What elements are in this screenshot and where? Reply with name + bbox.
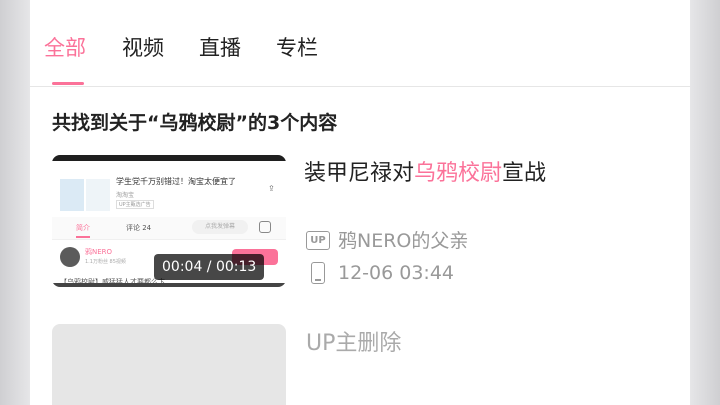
thumbnail-tab-comments: 评论 24: [126, 224, 152, 232]
search-results-panel: 全部 视频 直播 专栏 共找到关于“乌鸦校尉”的3个内容 学生党千万别错过！淘宝…: [30, 0, 690, 405]
deleted-video-title[interactable]: UP主删除: [306, 329, 401, 359]
thumbnail-up-name: 鸦NERO: [85, 248, 113, 256]
video-title-highlight: 乌鸦校尉: [414, 161, 503, 186]
video-title-suffix: 宣战: [502, 161, 547, 186]
thumbnail-ad-tag: UP主甄选广告: [116, 200, 154, 209]
thumbnail-danmu-icon: [259, 221, 271, 233]
thumbnail-ad-title: 学生党千万别错过！淘宝太便宜了: [116, 177, 236, 186]
thumbnail-avatar: [60, 247, 80, 267]
thumbnail-tab-bar: 简介 评论 24 点我发弹幕: [52, 217, 286, 240]
video-duration: 00:04 / 00:13: [154, 254, 265, 280]
thumbnail-tab-intro: 简介: [76, 224, 90, 232]
tab-live[interactable]: 直播: [199, 32, 241, 64]
thumbnail-tab-underline: [76, 236, 90, 238]
phone-icon: [311, 262, 325, 284]
video-title-prefix: 装甲尼禄对: [304, 161, 415, 186]
thumbnail-progress-bar: [52, 283, 286, 287]
thumbnail-shop-name: 淘淘宝: [116, 192, 135, 199]
tab-all[interactable]: 全部: [44, 32, 86, 64]
thumbnail-share-icon: ⇪: [268, 184, 275, 193]
tab-bar: 全部 视频 直播 专栏: [30, 0, 690, 87]
upload-date: 12-06 03:44: [338, 262, 455, 284]
thumbnail-up-stats: 1.1万粉丝 85视频: [85, 259, 126, 265]
thumbnail-product-image-2: [86, 179, 110, 211]
result-count-heading: 共找到关于“乌鸦校尉”的3个内容: [52, 112, 338, 134]
video-title[interactable]: 装甲尼禄对乌鸦校尉宣战: [304, 157, 546, 191]
tab-column[interactable]: 专栏: [276, 32, 318, 64]
tab-video[interactable]: 视频: [122, 32, 164, 64]
uploader-name: 鸦NERO的父亲: [338, 230, 469, 252]
thumbnail-danmu-input: 点我发弹幕: [192, 220, 248, 234]
deleted-video-thumbnail[interactable]: [52, 324, 286, 405]
video-thumbnail[interactable]: 学生党千万别错过！淘宝太便宜了 淘淘宝 UP主甄选广告 ⇪ 简介 评论 24 点…: [52, 155, 286, 287]
thumbnail-product-image: [60, 179, 84, 211]
active-tab-underline: [52, 82, 84, 85]
background-right: [690, 0, 720, 405]
background-left: [0, 0, 30, 405]
up-badge-icon: UP: [306, 231, 330, 250]
